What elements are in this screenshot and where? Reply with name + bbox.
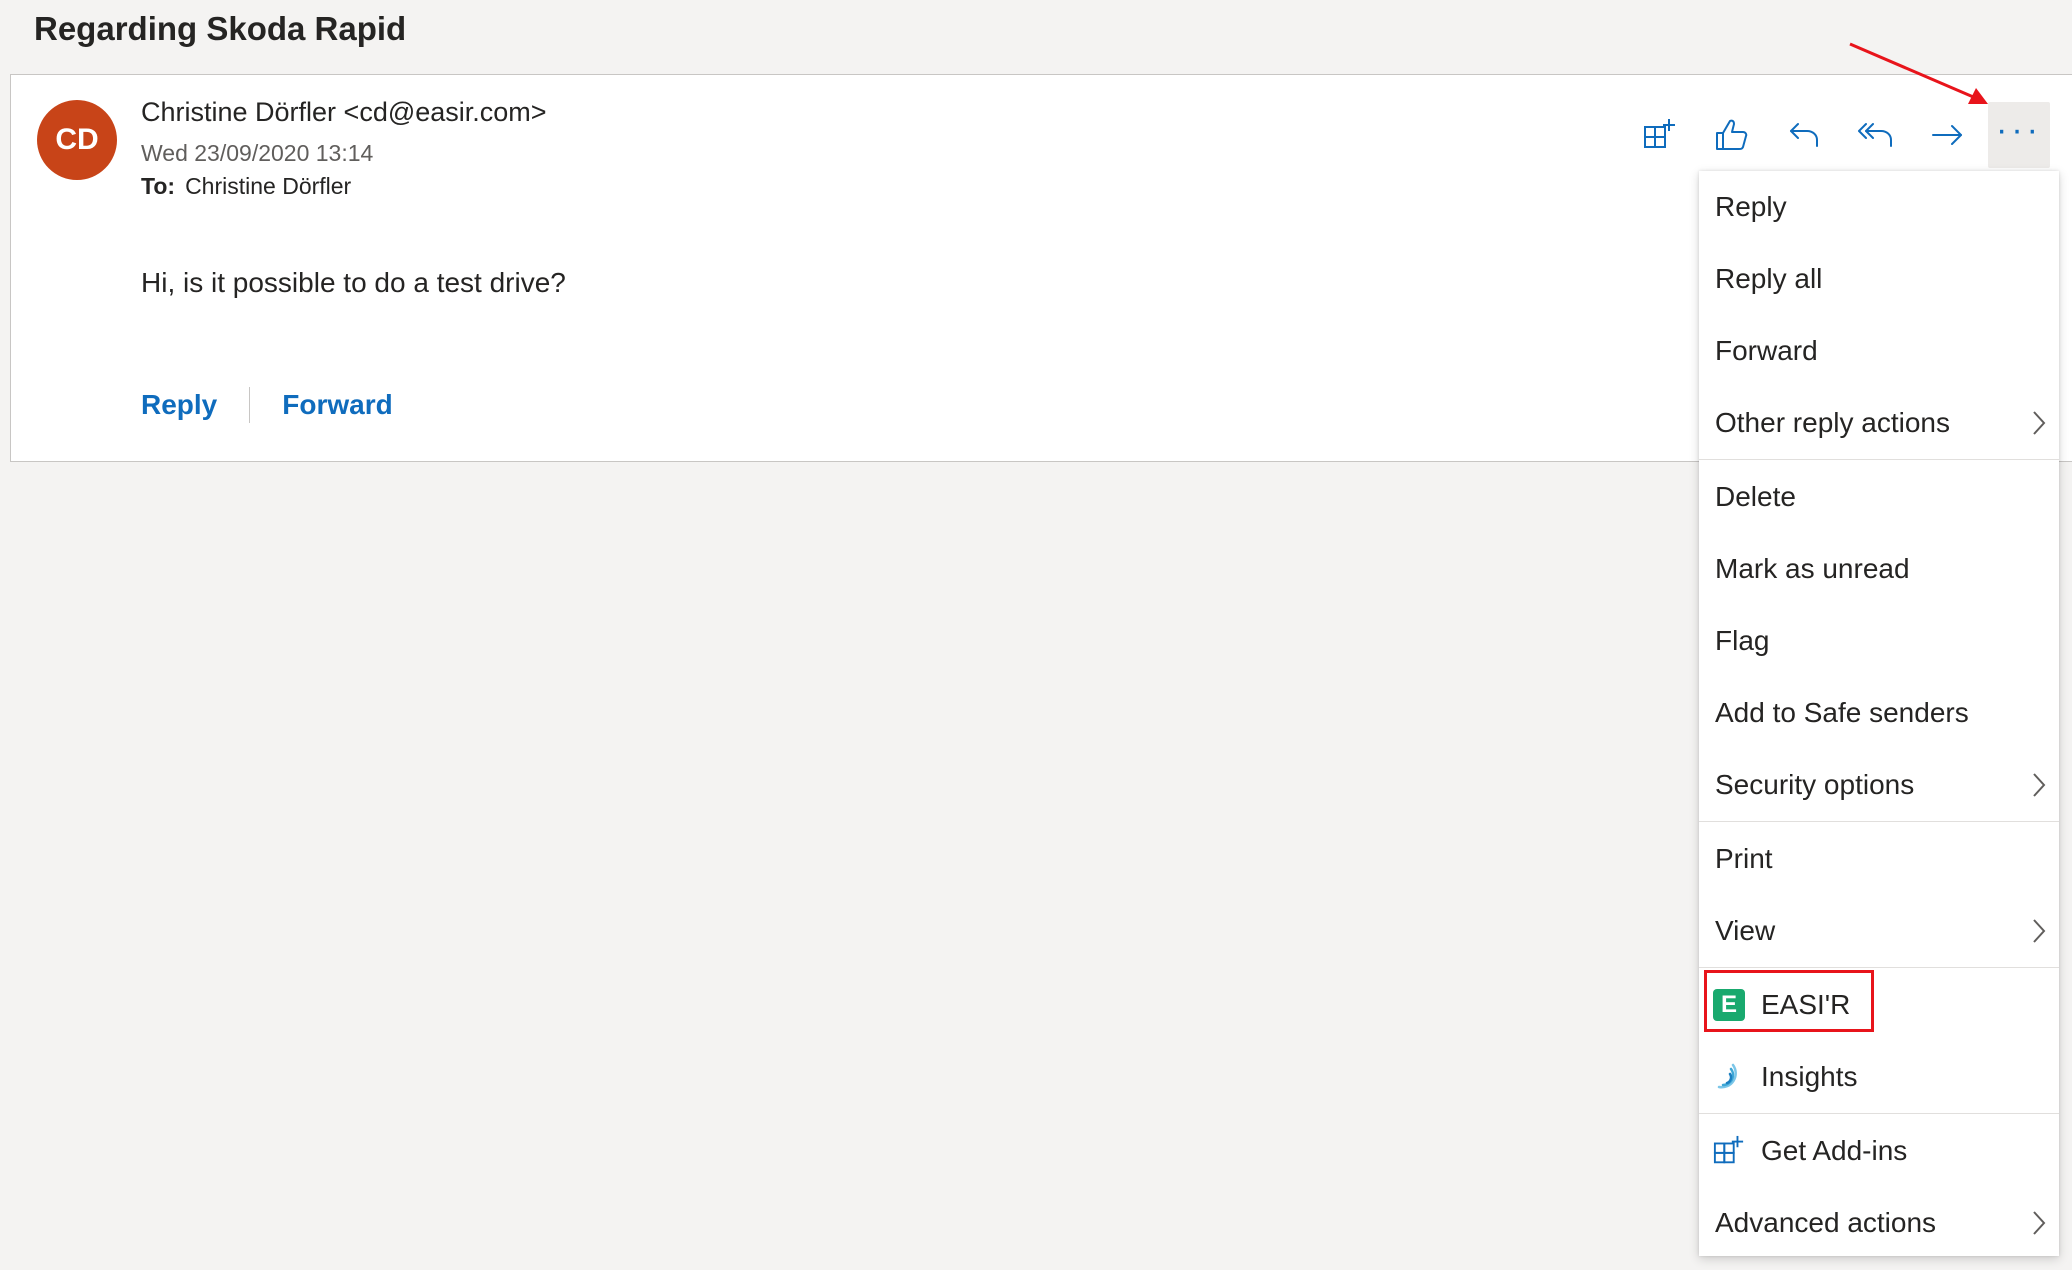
- menu-item-label: Get Add-ins: [1761, 1135, 1908, 1166]
- add-ins-icon: [1713, 1135, 1745, 1167]
- menu-divider: [1699, 967, 2059, 968]
- menu-item-print[interactable]: Print: [1699, 823, 2059, 895]
- menu-item-label: Mark as unread: [1715, 553, 1910, 584]
- email-subject: Regarding Skoda Rapid: [34, 10, 407, 47]
- menu-item-reply-all[interactable]: Reply all: [1699, 243, 2059, 315]
- menu-item-view[interactable]: View: [1699, 895, 2059, 967]
- menu-item-flag[interactable]: Flag: [1699, 605, 2059, 677]
- easir-logo-letter: E: [1713, 989, 1745, 1021]
- chevron-right-icon: [2033, 919, 2046, 943]
- avatar[interactable]: CD: [37, 100, 117, 180]
- easir-logo-icon: E: [1713, 989, 1745, 1021]
- menu-item-delete[interactable]: Delete: [1699, 461, 2059, 533]
- more-actions-icon: ···: [1996, 111, 2042, 149]
- more-actions-menu: Reply Reply all Forward Other reply acti…: [1699, 171, 2059, 1256]
- chevron-right-icon: [2033, 773, 2046, 797]
- menu-item-forward[interactable]: Forward: [1699, 315, 2059, 387]
- reply-button[interactable]: [1774, 102, 1834, 168]
- quick-reply-link[interactable]: Reply: [141, 389, 217, 421]
- menu-item-label: Reply: [1715, 191, 1787, 222]
- forward-icon: [1932, 125, 1962, 145]
- menu-item-get-add-ins[interactable]: Get Add-ins: [1699, 1115, 2059, 1187]
- menu-item-insights[interactable]: Insights: [1699, 1041, 2059, 1113]
- reply-icon: [1790, 123, 1818, 147]
- menu-item-label: Reply all: [1715, 263, 1823, 294]
- recipients: To: Christine Dörfler: [141, 173, 351, 200]
- menu-item-label: Add to Safe senders: [1715, 697, 1969, 728]
- menu-item-label: Security options: [1715, 769, 1915, 800]
- add-ins-button[interactable]: [1630, 102, 1690, 168]
- chevron-right-icon: [2033, 411, 2046, 435]
- menu-item-label: Advanced actions: [1715, 1207, 1937, 1238]
- menu-divider: [1699, 459, 2059, 460]
- chevron-right-icon: [2033, 1211, 2046, 1235]
- menu-item-mark-as-unread[interactable]: Mark as unread: [1699, 533, 2059, 605]
- menu-item-other-reply-actions[interactable]: Other reply actions: [1699, 387, 2059, 459]
- quick-actions-divider: [249, 387, 251, 423]
- menu-item-label: Flag: [1715, 625, 1770, 656]
- annotation-arrow: [1849, 42, 1988, 104]
- quick-forward-link[interactable]: Forward: [282, 389, 392, 421]
- menu-item-label: View: [1715, 915, 1776, 946]
- to-recipient[interactable]: Christine Dörfler: [185, 173, 351, 199]
- like-icon: [1716, 119, 1748, 150]
- to-label: To:: [141, 173, 176, 199]
- message-date: Wed 23/09/2020 13:14: [141, 140, 374, 166]
- quick-actions: Reply Forward: [141, 387, 393, 423]
- menu-divider: [1699, 821, 2059, 822]
- menu-item-advanced-actions[interactable]: Advanced actions: [1699, 1187, 2059, 1259]
- add-ins-icon: [1644, 119, 1675, 148]
- menu-item-label: Delete: [1715, 481, 1796, 512]
- menu-item-reply[interactable]: Reply: [1699, 171, 2059, 243]
- menu-item-security-options[interactable]: Security options: [1699, 749, 2059, 821]
- reply-all-icon: [1858, 123, 1892, 147]
- like-button[interactable]: [1702, 102, 1762, 168]
- menu-item-label: Other reply actions: [1715, 407, 1950, 438]
- menu-item-label: EASI'R: [1761, 989, 1851, 1020]
- menu-divider: [1699, 1113, 2059, 1114]
- menu-item-label: Forward: [1715, 335, 1818, 366]
- sender-name[interactable]: Christine Dörfler <cd@easir.com>: [141, 97, 547, 128]
- menu-item-easir[interactable]: E EASI'R: [1699, 969, 2059, 1041]
- menu-item-add-to-safe-senders[interactable]: Add to Safe senders: [1699, 677, 2059, 749]
- menu-item-label: Print: [1715, 843, 1773, 874]
- message-body: Hi, is it possible to do a test drive?: [141, 267, 566, 298]
- insights-icon: [1713, 1061, 1745, 1093]
- menu-item-label: Insights: [1761, 1061, 1858, 1092]
